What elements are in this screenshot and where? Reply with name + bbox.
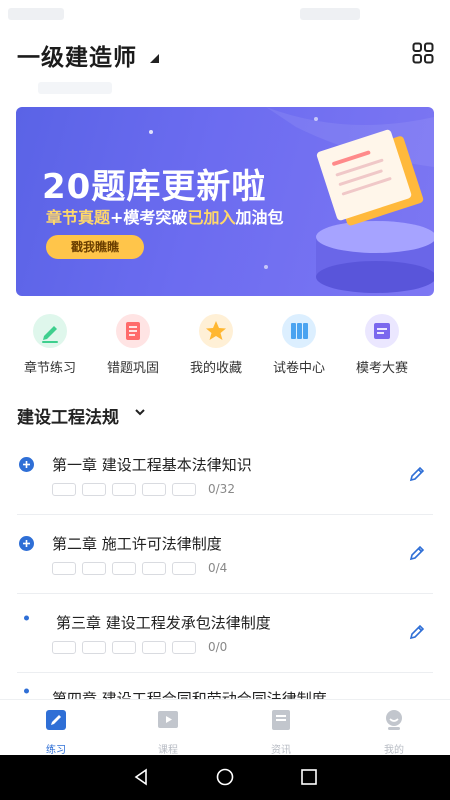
exam-switch-caret-icon[interactable]	[150, 54, 159, 63]
quick-paper-center[interactable]: 试卷中心	[259, 314, 339, 376]
pencil-icon[interactable]	[407, 622, 427, 642]
progress-segments	[52, 481, 202, 496]
tab-mine[interactable]: 我的	[354, 709, 434, 756]
quick-chapter-practice[interactable]: 章节练习	[10, 314, 90, 376]
bottom-tab-bar: 练习 课程 资讯 我的	[0, 699, 450, 756]
tab-label: 我的	[384, 745, 404, 756]
app-grid-icon[interactable]	[412, 42, 434, 64]
quick-label: 模考大赛	[355, 361, 408, 376]
home-circle-icon[interactable]	[216, 768, 234, 786]
quick-label: 章节练习	[23, 361, 76, 376]
mock-exam-icon	[365, 314, 399, 348]
banner-sub-4: 加油包	[235, 208, 284, 227]
quick-favorites[interactable]: 我的收藏	[176, 314, 256, 376]
star-icon	[199, 314, 233, 348]
quick-mock-contest[interactable]: 模考大赛	[342, 314, 422, 376]
banner-headline: 20题库更新啦	[42, 159, 266, 208]
system-navigation-bar	[0, 755, 450, 800]
pencil-icon[interactable]	[407, 543, 427, 563]
play-video-icon	[158, 711, 178, 728]
quick-label: 错题巩固	[106, 361, 159, 376]
chapter-name: 第三章 建设工程发承包法律制度	[56, 614, 271, 632]
chapter-row[interactable]: 第三章 建设工程发承包法律制度 0/0	[0, 594, 450, 673]
profile-icon	[386, 710, 402, 730]
banner-sub-2: +模考突破	[110, 208, 188, 227]
status-icons-placeholder	[300, 8, 360, 20]
chevron-down-icon[interactable]	[134, 407, 146, 417]
bullet-dot-icon	[24, 615, 29, 621]
banner-subline: 章节真题+模考突破已加入加油包	[46, 204, 283, 228]
quick-wrong-review[interactable]: 错题巩固	[93, 314, 173, 376]
banner-sub-3: 已加入	[187, 208, 236, 227]
recents-square-icon[interactable]	[300, 768, 318, 786]
quick-actions: 章节练习 错题巩固 我的收藏 试卷中心 模考大赛	[0, 314, 450, 380]
tab-practice[interactable]: 练习	[16, 709, 96, 756]
chapter-row[interactable]: 第二章 施工许可法律制度 0/4	[0, 515, 450, 594]
tab-courses[interactable]: 课程	[128, 709, 208, 756]
status-bar	[0, 0, 450, 30]
chapter-count: 0/4	[208, 561, 228, 575]
banner-cta-button[interactable]: 戳我瞧瞧	[46, 235, 144, 259]
practice-pencil-icon	[46, 710, 66, 730]
tab-label: 资讯	[271, 745, 291, 756]
status-time-placeholder	[8, 8, 64, 20]
chapter-name: 第二章 施工许可法律制度	[52, 535, 222, 553]
expand-plus-icon[interactable]	[19, 536, 34, 551]
chapter-count: 0/0	[208, 640, 228, 654]
expand-plus-icon[interactable]	[19, 457, 34, 472]
pencil-icon[interactable]	[407, 464, 427, 484]
exam-type-title[interactable]: 一级建造师	[17, 38, 137, 72]
tab-label: 课程	[158, 745, 178, 756]
banner-year: 20	[42, 167, 92, 207]
promo-banner[interactable]: 20题库更新啦 章节真题+模考突破已加入加油包 戳我瞧瞧	[16, 107, 434, 296]
progress-segments	[52, 639, 202, 654]
progress-segments	[52, 560, 202, 575]
subject-title[interactable]: 建设工程法规	[17, 403, 119, 428]
faded-subtitle-placeholder	[38, 82, 112, 94]
tab-label: 练习	[46, 745, 66, 756]
back-triangle-icon[interactable]	[132, 768, 150, 786]
chapter-count: 0/32	[208, 482, 235, 496]
news-icon	[272, 710, 290, 730]
tab-news[interactable]: 资讯	[241, 709, 321, 756]
chapter-row[interactable]: 第一章 建设工程基本法律知识 0/32	[0, 436, 450, 515]
chapter-name: 第一章 建设工程基本法律知识	[52, 456, 252, 474]
papers-icon	[282, 314, 316, 348]
top-header: 一级建造师	[0, 36, 450, 76]
banner-sub-1: 章节真题	[46, 208, 111, 227]
quick-label: 试卷中心	[272, 361, 325, 376]
wrong-answers-icon	[116, 314, 150, 348]
banner-headline-text: 题库更新啦	[91, 167, 267, 207]
chapter-practice-icon	[33, 314, 67, 348]
quick-label: 我的收藏	[189, 361, 242, 376]
